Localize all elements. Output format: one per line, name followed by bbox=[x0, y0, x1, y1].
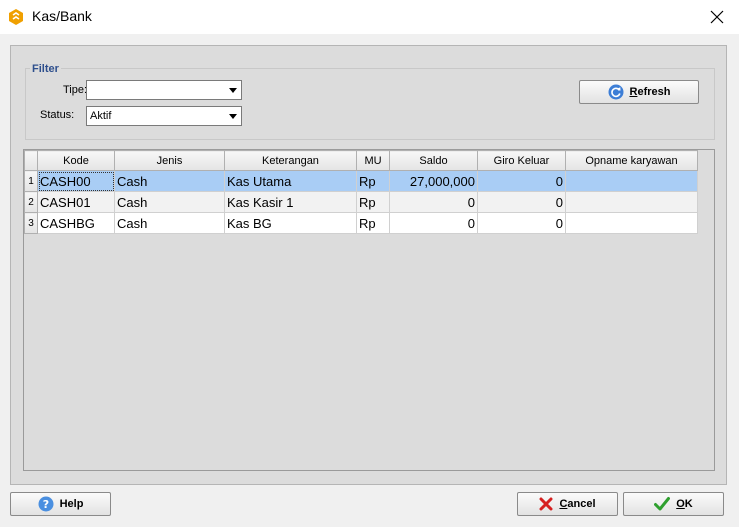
dialog-client-area: Filter Tipe: Status: Aktif Refresh Kode … bbox=[0, 34, 739, 527]
column-header-jenis[interactable]: Jenis bbox=[114, 150, 225, 171]
status-label: Status: bbox=[40, 109, 75, 121]
tipe-dropdown[interactable] bbox=[86, 80, 242, 100]
ok-label: OK bbox=[676, 498, 693, 510]
close-button[interactable] bbox=[695, 0, 739, 34]
cell-kode[interactable]: CASHBG bbox=[37, 212, 115, 234]
svg-text:?: ? bbox=[42, 498, 48, 511]
cell-saldo[interactable]: 0 bbox=[389, 191, 478, 213]
window-title: Kas/Bank bbox=[32, 8, 92, 24]
ok-button[interactable]: OK bbox=[623, 492, 724, 516]
chevron-down-icon bbox=[229, 114, 237, 119]
cell-jenis[interactable]: Cash bbox=[114, 191, 225, 213]
refresh-icon bbox=[608, 84, 623, 100]
app-logo-icon bbox=[9, 9, 23, 25]
table-row[interactable]: 3 CASHBG Cash Kas BG Rp 0 0 bbox=[24, 212, 698, 234]
corner-header bbox=[24, 150, 38, 171]
close-icon bbox=[710, 10, 724, 24]
title-bar: Kas/Bank bbox=[0, 0, 739, 34]
cell-mu[interactable]: Rp bbox=[356, 170, 390, 192]
cell-saldo[interactable]: 27,000,000 bbox=[389, 170, 478, 192]
column-header-mu[interactable]: MU bbox=[356, 150, 390, 171]
main-panel: Filter Tipe: Status: Aktif Refresh Kode … bbox=[10, 45, 727, 485]
kas-bank-grid[interactable]: Kode Jenis Keterangan MU Saldo Giro Kelu… bbox=[23, 149, 715, 471]
column-header-opname-karyawan[interactable]: Opname karyawan bbox=[565, 150, 698, 171]
help-icon: ? bbox=[38, 496, 54, 512]
table-row[interactable]: 2 CASH01 Cash Kas Kasir 1 Rp 0 0 bbox=[24, 191, 698, 213]
filter-legend: Filter bbox=[30, 63, 61, 75]
cancel-button[interactable]: Cancel bbox=[517, 492, 618, 516]
help-label: Help bbox=[59, 498, 84, 510]
cell-jenis[interactable]: Cash bbox=[114, 170, 225, 192]
chevron-down-icon bbox=[229, 88, 237, 93]
column-header-giro-keluar[interactable]: Giro Keluar bbox=[477, 150, 566, 171]
cell-opname-karyawan[interactable] bbox=[565, 170, 698, 192]
cell-giro-keluar[interactable]: 0 bbox=[477, 212, 566, 234]
cell-saldo[interactable]: 0 bbox=[389, 212, 478, 234]
cancel-icon bbox=[539, 497, 553, 511]
cell-giro-keluar[interactable]: 0 bbox=[477, 170, 566, 192]
table-row[interactable]: 1 CASH00 Cash Kas Utama Rp 27,000,000 0 bbox=[24, 170, 698, 192]
filter-group: Filter Tipe: Status: Aktif Refresh bbox=[25, 63, 715, 140]
tipe-label: Tipe: bbox=[63, 84, 88, 96]
help-button[interactable]: ? Help bbox=[10, 492, 111, 516]
cell-kode[interactable]: CASH01 bbox=[37, 191, 115, 213]
cell-opname-karyawan[interactable] bbox=[565, 191, 698, 213]
column-header-keterangan[interactable]: Keterangan bbox=[224, 150, 357, 171]
cell-kode[interactable]: CASH00 bbox=[37, 170, 115, 192]
cell-keterangan[interactable]: Kas Kasir 1 bbox=[224, 191, 357, 213]
status-dropdown[interactable]: Aktif bbox=[86, 106, 242, 126]
cancel-label: Cancel bbox=[559, 498, 596, 510]
row-number[interactable]: 1 bbox=[24, 170, 38, 192]
cell-mu[interactable]: Rp bbox=[356, 191, 390, 213]
cell-mu[interactable]: Rp bbox=[356, 212, 390, 234]
cell-giro-keluar[interactable]: 0 bbox=[477, 191, 566, 213]
column-header-saldo[interactable]: Saldo bbox=[389, 150, 478, 171]
grid-header-row: Kode Jenis Keterangan MU Saldo Giro Kelu… bbox=[24, 150, 698, 171]
cell-opname-karyawan[interactable] bbox=[565, 212, 698, 234]
cell-keterangan[interactable]: Kas Utama bbox=[224, 170, 357, 192]
cell-keterangan[interactable]: Kas BG bbox=[224, 212, 357, 234]
column-header-kode[interactable]: Kode bbox=[37, 150, 115, 171]
row-number[interactable]: 2 bbox=[24, 191, 38, 213]
refresh-button[interactable]: Refresh bbox=[579, 80, 699, 104]
checkmark-icon bbox=[654, 497, 671, 511]
row-number[interactable]: 3 bbox=[24, 212, 38, 234]
cell-jenis[interactable]: Cash bbox=[114, 212, 225, 234]
refresh-label: Refresh bbox=[629, 86, 671, 98]
status-value: Aktif bbox=[90, 110, 112, 122]
